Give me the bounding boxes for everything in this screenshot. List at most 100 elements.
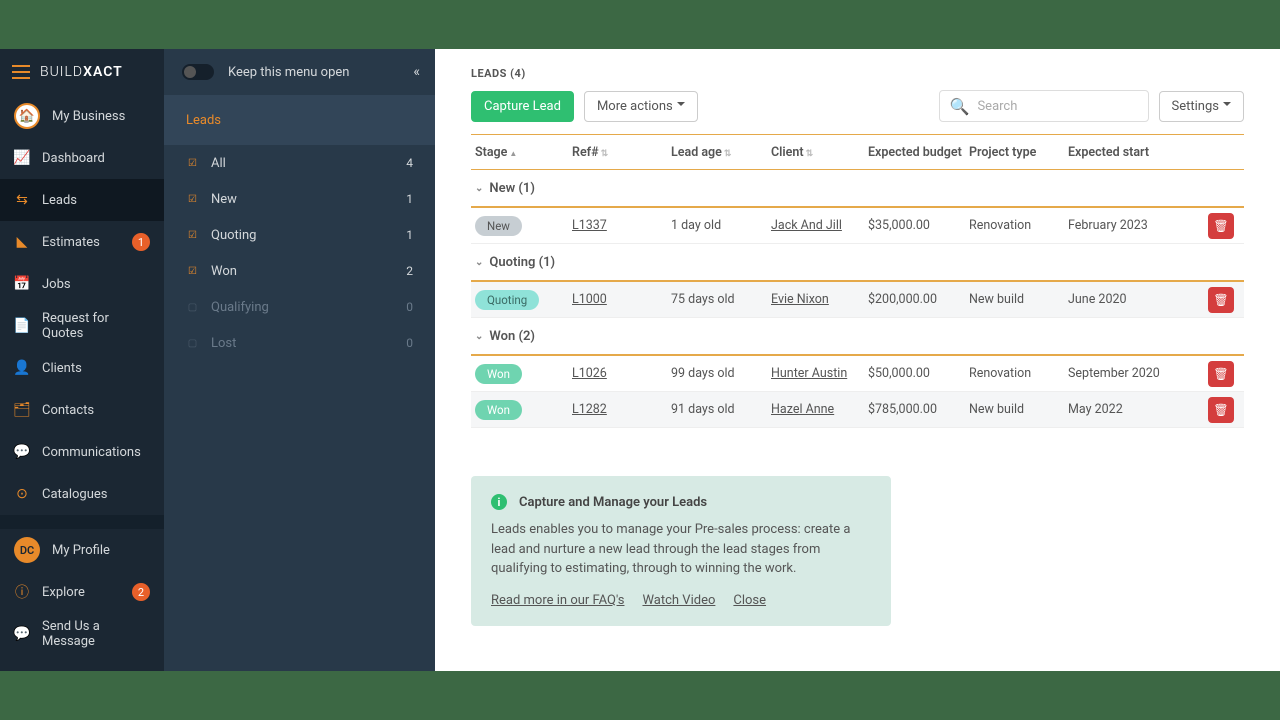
nav-item-clients[interactable]: 👤 Clients: [0, 347, 164, 389]
filter-lost[interactable]: ▢ Lost 0: [164, 325, 435, 361]
expected-start: June 2020: [1064, 292, 1184, 307]
nav-item-explore[interactable]: ⓘ Explore2: [0, 571, 164, 613]
nav-label: Estimates: [42, 235, 100, 250]
checkbox-icon: ▢: [186, 337, 199, 350]
business-icon: 🏠: [14, 103, 40, 129]
search-box[interactable]: 🔍: [939, 90, 1149, 122]
client-link[interactable]: Hazel Anne: [771, 402, 834, 417]
group-header[interactable]: ⌄ Quoting (1): [471, 244, 1244, 282]
ref-link[interactable]: L1000: [572, 292, 607, 307]
table-header: Stage Ref# Lead age Client Expected budg…: [471, 134, 1244, 170]
client-link[interactable]: Hunter Austin: [771, 366, 847, 381]
my-business-label: My Business: [52, 109, 125, 124]
ref-link[interactable]: L1337: [572, 218, 607, 233]
settings-button[interactable]: Settings: [1159, 91, 1244, 122]
leads-count-header: LEADS (4): [471, 49, 1244, 90]
expected-start: May 2022: [1064, 402, 1184, 417]
group-title: Quoting (1): [489, 255, 555, 270]
client-link[interactable]: Evie Nixon: [771, 292, 829, 307]
chevron-down-icon: ⌄: [475, 331, 483, 342]
nav-label: Request for Quotes: [42, 311, 150, 341]
info-faq-link[interactable]: Read more in our FAQ's: [491, 593, 624, 608]
collapse-icon[interactable]: «: [413, 64, 417, 80]
col-type[interactable]: Project type: [965, 145, 1064, 160]
delete-button[interactable]: 🗑: [1208, 397, 1234, 423]
checkbox-icon: ☑: [186, 157, 199, 170]
lead-age: 99 days old: [667, 366, 767, 381]
nav-label: Catalogues: [42, 487, 108, 502]
subpanel-title: Leads: [164, 95, 435, 145]
nav-label: Communications: [42, 445, 141, 460]
stage-pill: Quoting: [475, 290, 539, 310]
table-row[interactable]: QuotingL100075 days oldEvie Nixon$200,00…: [471, 282, 1244, 318]
nav-badge: 2: [132, 583, 150, 601]
info-title: i Capture and Manage your Leads: [491, 494, 871, 510]
nav-icon: 👤: [14, 360, 30, 376]
filter-count: 0: [406, 300, 413, 314]
nav-badge: 1: [132, 233, 150, 251]
filter-quoting[interactable]: ☑ Quoting 1: [164, 217, 435, 253]
filter-label: All: [211, 156, 226, 171]
delete-button[interactable]: 🗑: [1208, 287, 1234, 313]
nav-item-estimates[interactable]: ◣ Estimates1: [0, 221, 164, 263]
info-close-link[interactable]: Close: [733, 593, 766, 608]
filter-won[interactable]: ☑ Won 2: [164, 253, 435, 289]
col-age[interactable]: Lead age: [667, 145, 767, 160]
ref-link[interactable]: L1026: [572, 366, 607, 381]
nav-item-leads[interactable]: ⇆ Leads: [0, 179, 164, 221]
capture-lead-button[interactable]: Capture Lead: [471, 91, 574, 122]
stage-pill: New: [475, 216, 522, 236]
nav-item-send-us-a-message[interactable]: 💬 Send Us a Message: [0, 613, 164, 655]
nav-item-dashboard[interactable]: 📈 Dashboard: [0, 137, 164, 179]
checkbox-icon: ▢: [186, 301, 199, 314]
checkbox-icon: ☑: [186, 229, 199, 242]
col-client[interactable]: Client: [767, 145, 864, 160]
more-actions-button[interactable]: More actions: [584, 91, 698, 122]
nav-item-jobs[interactable]: 📅 Jobs: [0, 263, 164, 305]
menu-icon[interactable]: [12, 65, 30, 79]
filter-label: New: [211, 192, 237, 207]
col-ref[interactable]: Ref#: [568, 145, 667, 160]
search-input[interactable]: [977, 99, 1143, 114]
stage-pill: Won: [475, 364, 522, 384]
keep-open-toggle[interactable]: [182, 64, 214, 80]
nav-icon: 📄: [14, 318, 30, 334]
my-business[interactable]: 🏠 My Business: [0, 95, 164, 137]
filter-label: Quoting: [211, 228, 256, 243]
nav-label: Explore: [42, 585, 85, 600]
my-profile[interactable]: DC My Profile: [0, 529, 164, 571]
nav-item-request-for-quotes[interactable]: 📄 Request for Quotes: [0, 305, 164, 347]
subpanel-header: Keep this menu open «: [164, 49, 435, 95]
nav-icon: 💬: [14, 444, 30, 460]
table-row[interactable]: WonL128291 days oldHazel Anne$785,000.00…: [471, 392, 1244, 428]
filter-qualifying[interactable]: ▢ Qualifying 0: [164, 289, 435, 325]
stage-pill: Won: [475, 400, 522, 420]
filter-label: Won: [211, 264, 237, 279]
checkbox-icon: ☑: [186, 193, 199, 206]
chevron-down-icon: ⌄: [475, 257, 483, 268]
table-row[interactable]: WonL102699 days oldHunter Austin$50,000.…: [471, 356, 1244, 392]
project-type: Renovation: [965, 218, 1064, 233]
group-header[interactable]: ⌄Won (2): [471, 318, 1244, 356]
client-link[interactable]: Jack And Jill: [771, 218, 842, 233]
nav-item-contacts[interactable]: 🗂 Contacts: [0, 389, 164, 431]
filter-new[interactable]: ☑ New 1: [164, 181, 435, 217]
col-budget[interactable]: Expected budget: [864, 145, 965, 160]
nav-icon: 📈: [14, 150, 30, 166]
delete-button[interactable]: 🗑: [1208, 213, 1234, 239]
group-header[interactable]: ⌄New (1): [471, 170, 1244, 208]
info-panel: i Capture and Manage your Leads Leads en…: [471, 476, 891, 626]
ref-link[interactable]: L1282: [572, 402, 607, 417]
delete-button[interactable]: 🗑: [1208, 361, 1234, 387]
nav-item-catalogues[interactable]: ⊙ Catalogues: [0, 473, 164, 515]
info-icon: i: [491, 494, 507, 510]
info-video-link[interactable]: Watch Video: [642, 593, 715, 608]
col-stage[interactable]: Stage: [471, 145, 568, 160]
primary-nav: BUILDXACT 🏠 My Business 📈 Dashboard⇆ Lea…: [0, 49, 164, 671]
nav-item-communications[interactable]: 💬 Communications: [0, 431, 164, 473]
filter-all[interactable]: ☑ All 4: [164, 145, 435, 181]
checkbox-icon: ☑: [186, 265, 199, 278]
col-start[interactable]: Expected start: [1064, 145, 1184, 160]
nav-label: Send Us a Message: [42, 619, 150, 649]
table-row[interactable]: NewL13371 day oldJack And Jill$35,000.00…: [471, 208, 1244, 244]
